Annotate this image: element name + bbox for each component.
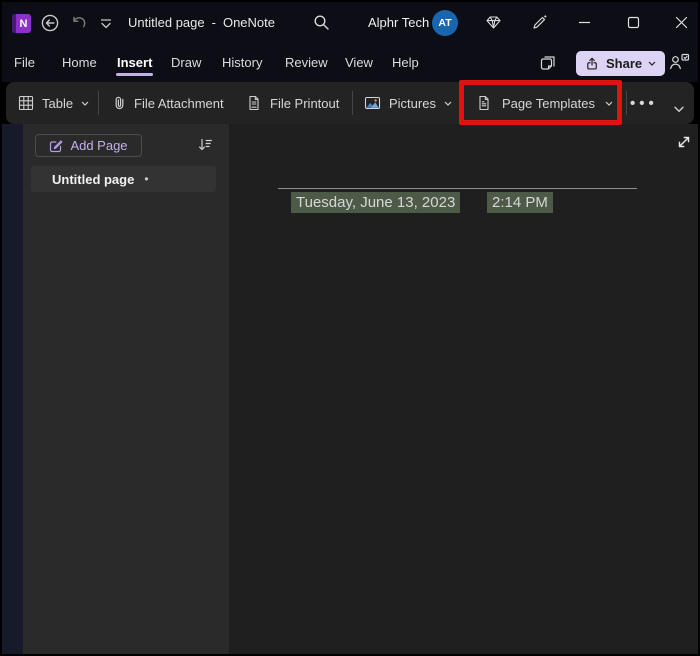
window-title-page: Untitled page <box>128 15 205 30</box>
close-button[interactable] <box>675 16 688 29</box>
ribbon-table-label: Table <box>42 95 74 111</box>
people-icon[interactable] <box>667 52 691 72</box>
menu-tab-home[interactable]: Home <box>62 55 97 70</box>
page-item-title: Untitled page <box>52 171 135 187</box>
share-button-label: Share <box>606 56 643 71</box>
share-button[interactable]: Share <box>576 51 666 76</box>
pictures-icon <box>364 95 381 111</box>
menu-tab-insert[interactable]: Insert <box>115 55 154 76</box>
sidebar-page-item[interactable]: Untitled page • <box>31 166 216 192</box>
ribbon-file-printout-label: File Printout <box>270 95 340 111</box>
chevron-down-icon <box>81 101 89 106</box>
search-icon[interactable] <box>313 14 330 31</box>
window-title-separator: - <box>211 15 216 30</box>
ribbon-table-button[interactable]: Table <box>18 82 89 124</box>
paperclip-icon <box>112 95 126 111</box>
chevron-down-icon <box>605 101 613 106</box>
share-icon <box>585 56 600 71</box>
back-icon[interactable] <box>40 13 60 33</box>
expand-page-icon[interactable] <box>675 133 693 151</box>
ribbon-divider <box>98 91 99 115</box>
menu-tab-draw[interactable]: Draw <box>171 55 201 70</box>
maximize-button[interactable] <box>627 16 640 29</box>
sort-pages-icon[interactable] <box>197 136 214 153</box>
page-list-sidebar <box>23 124 229 656</box>
page-title-underline <box>278 188 637 189</box>
account-name[interactable]: Alphr Tech <box>368 15 429 30</box>
window-title: Untitled page - OneNote <box>128 15 275 30</box>
left-edge-strip <box>0 124 23 656</box>
add-page-label: Add Page <box>70 138 128 153</box>
gem-icon[interactable] <box>485 14 502 31</box>
table-icon <box>18 95 34 111</box>
menu-tab-file[interactable]: File <box>14 55 35 70</box>
ribbon-divider <box>626 91 627 115</box>
minimize-button[interactable] <box>578 16 591 29</box>
menu-tab-history[interactable]: History <box>222 55 262 70</box>
add-page-button[interactable]: Add Page <box>35 134 142 157</box>
compose-icon <box>49 139 63 153</box>
printout-icon <box>246 95 262 111</box>
menu-tab-view[interactable]: View <box>345 55 373 70</box>
ribbon-more-button[interactable]: ••• <box>630 82 658 124</box>
toolbar-customize-icon[interactable] <box>100 19 112 29</box>
ribbon-file-attachment-label: File Attachment <box>134 95 224 111</box>
date-stamp[interactable]: Tuesday, June 13, 2023 <box>291 192 461 213</box>
time-stamp[interactable]: 2:14 PM <box>487 192 553 213</box>
feedback-pen-icon[interactable] <box>531 13 549 31</box>
page-item-unsaved-dot: • <box>144 172 149 186</box>
menu-tab-review[interactable]: Review <box>285 55 328 70</box>
new-window-icon[interactable] <box>539 54 557 72</box>
page-templates-icon <box>476 95 492 111</box>
onenote-app-icon: N <box>12 14 31 33</box>
menu-tab-help[interactable]: Help <box>392 55 419 70</box>
ribbon-divider <box>352 91 353 115</box>
undo-icon[interactable] <box>70 14 88 32</box>
chevron-down-icon <box>444 101 452 106</box>
ribbon-file-printout-button[interactable]: File Printout <box>246 82 339 124</box>
onenote-window: N Untitled page - OneNote Alphr Tech AT <box>0 0 700 656</box>
account-avatar[interactable]: AT <box>432 10 458 36</box>
ribbon-page-templates-button[interactable]: Page Templates <box>476 82 613 124</box>
chevron-down-icon <box>648 61 656 66</box>
ribbon-pictures-label: Pictures <box>389 95 436 111</box>
ribbon-file-attachment-button[interactable]: File Attachment <box>112 82 224 124</box>
ribbon-page-templates-label: Page Templates <box>502 95 595 111</box>
ribbon-pictures-button[interactable]: Pictures <box>364 82 452 124</box>
ribbon-collapse-chevron-icon[interactable] <box>674 106 684 113</box>
window-title-app: OneNote <box>222 15 276 30</box>
